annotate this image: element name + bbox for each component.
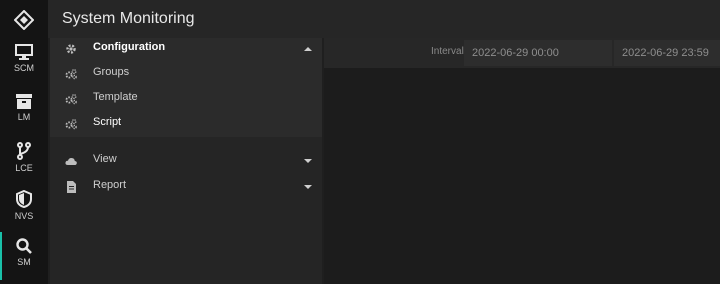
archive-box-icon (16, 94, 32, 109)
chevron-down-icon (304, 159, 312, 163)
rail-item-sm[interactable]: SM (0, 232, 46, 280)
menu-item-configuration[interactable]: Configuration (50, 37, 322, 61)
menu-item-view[interactable]: View (50, 149, 322, 173)
interval-end-input[interactable]: 2022-06-29 23:59 (614, 40, 720, 66)
menu-label-groups: Groups (93, 66, 130, 78)
branch-icon (17, 142, 31, 160)
rail-label-lm: LM (17, 112, 31, 122)
menu-label-view: View (93, 153, 117, 165)
shield-icon (16, 190, 32, 208)
chevron-up-icon (304, 47, 312, 51)
app-rail: SCM LM LCE NVS SM (0, 0, 48, 284)
menu-item-template[interactable]: Template (50, 87, 322, 111)
rail-item-scm[interactable]: SCM (0, 44, 48, 90)
rail-item-nvs[interactable]: NVS (0, 190, 48, 236)
rail-item-lm[interactable]: LM (0, 94, 48, 140)
page-title: System Monitoring (62, 10, 195, 27)
interval-start-input[interactable]: 2022-06-29 00:00 (464, 40, 612, 66)
gears-icon (65, 69, 77, 80)
gears-icon (65, 94, 77, 105)
menu-item-report[interactable]: Report (50, 175, 322, 199)
document-icon (67, 181, 76, 193)
rail-label-nvs: NVS (14, 211, 34, 221)
menu-label-report: Report (93, 179, 127, 191)
menu-label-script: Script (93, 116, 122, 128)
logo-icon[interactable] (14, 10, 34, 30)
gear-icon (66, 44, 76, 54)
rail-label-scm: SCM (14, 63, 34, 73)
interval-label: Interval (431, 46, 464, 57)
rail-label-sm: SM (17, 257, 31, 267)
menu-label-configuration: Configuration (93, 41, 166, 53)
rail-item-lce[interactable]: LCE (0, 142, 48, 188)
chevron-down-icon (304, 185, 312, 189)
content-area (324, 38, 720, 284)
gears-icon (65, 119, 77, 130)
cloud-icon (65, 158, 77, 165)
monitor-icon (15, 44, 33, 60)
menu-item-script[interactable]: Script (50, 112, 322, 136)
rail-label-lce: LCE (15, 163, 33, 173)
menu-label-template: Template (93, 91, 138, 103)
menu-item-groups[interactable]: Groups (50, 62, 322, 86)
search-icon (16, 238, 32, 254)
